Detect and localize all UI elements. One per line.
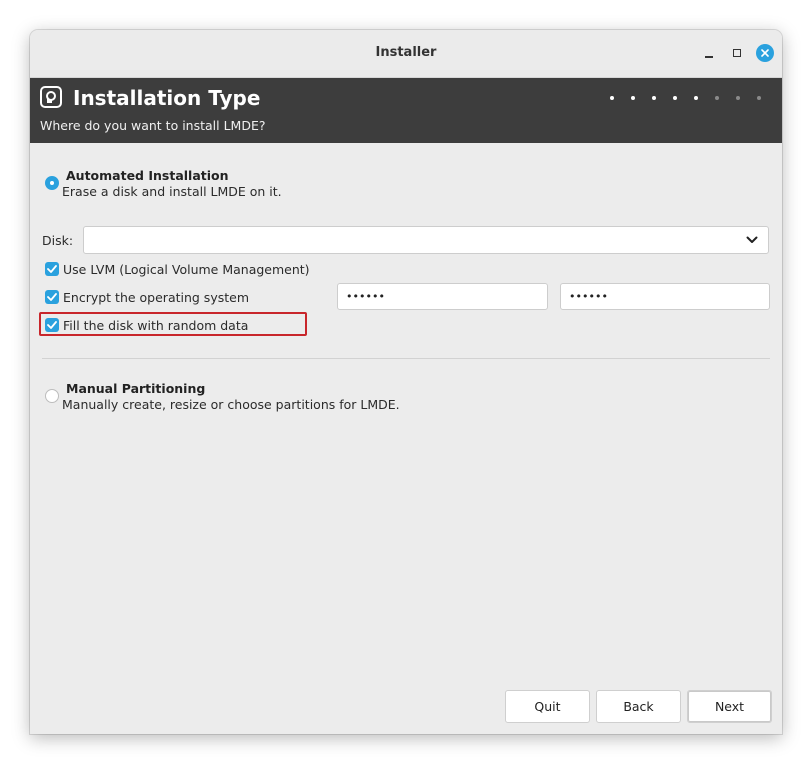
progress-dot	[610, 96, 614, 100]
encrypt-checkbox[interactable]	[45, 290, 59, 304]
progress-dot	[652, 96, 656, 100]
encrypt-option[interactable]: Encrypt the operating system	[45, 289, 249, 305]
lvm-label: Use LVM (Logical Volume Management)	[63, 261, 310, 277]
automated-description: Erase a disk and install LMDE on it.	[62, 184, 282, 199]
page-header: Installation Type Where do you want to i…	[30, 78, 782, 143]
back-button[interactable]: Back	[596, 690, 681, 723]
page-subtitle: Where do you want to install LMDE?	[40, 118, 266, 133]
progress-dot	[631, 96, 635, 100]
divider	[42, 358, 770, 359]
progress-dot	[715, 96, 719, 100]
page-title: Installation Type	[73, 86, 261, 110]
manual-radio[interactable]	[45, 389, 59, 403]
quit-button[interactable]: Quit	[505, 690, 590, 723]
automated-radio[interactable]	[45, 176, 59, 190]
disk-select[interactable]	[83, 226, 769, 254]
disk-label: Disk:	[42, 233, 74, 248]
close-button[interactable]	[755, 43, 775, 63]
installer-window: Installer Installation Type Where do you…	[30, 30, 782, 734]
progress-dot	[694, 96, 698, 100]
encrypt-label: Encrypt the operating system	[63, 289, 249, 305]
manual-title[interactable]: Manual Partitioning	[66, 381, 205, 396]
highlight-box	[39, 312, 307, 336]
maximize-button[interactable]	[727, 43, 747, 63]
next-button[interactable]: Next	[687, 690, 772, 723]
lvm-option[interactable]: Use LVM (Logical Volume Management)	[45, 261, 310, 277]
close-icon	[756, 44, 774, 62]
progress-dot	[673, 96, 677, 100]
password-confirm-field[interactable]: ••••••	[560, 283, 770, 310]
window-title: Installer	[375, 45, 437, 60]
disk-icon	[40, 86, 62, 108]
password-field[interactable]: ••••••	[337, 283, 548, 310]
title-bar: Installer	[30, 30, 782, 78]
minimize-icon	[705, 56, 713, 58]
check-icon	[47, 293, 57, 301]
progress-dots	[610, 96, 778, 100]
automated-title[interactable]: Automated Installation	[66, 168, 229, 183]
chevron-down-icon	[746, 236, 758, 243]
check-icon	[47, 265, 57, 273]
minimize-button[interactable]	[699, 43, 719, 63]
lvm-checkbox[interactable]	[45, 262, 59, 276]
manual-description: Manually create, resize or choose partit…	[62, 397, 400, 412]
maximize-icon	[733, 49, 741, 57]
progress-dot	[736, 96, 740, 100]
progress-dot	[757, 96, 761, 100]
